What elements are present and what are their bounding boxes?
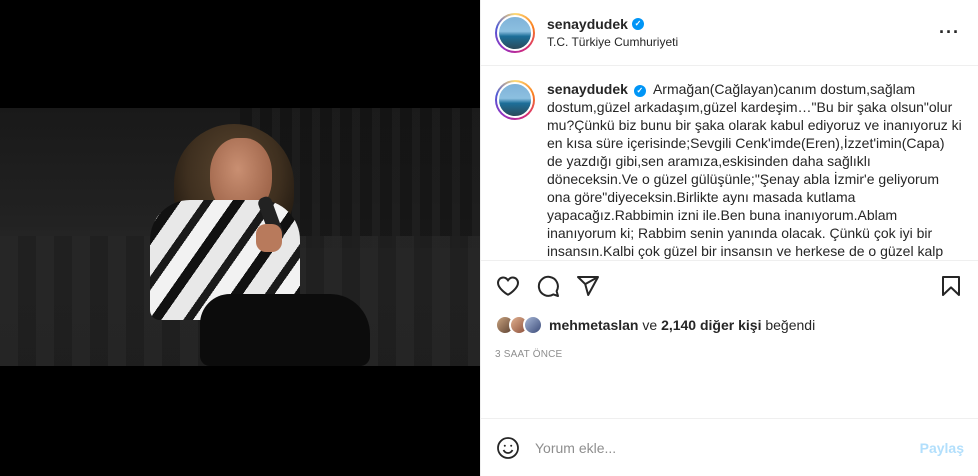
bookmark-icon[interactable] <box>938 273 964 299</box>
post-caption: senaydudek ✓ Armağan(Cağlayan)canım dost… <box>547 80 962 260</box>
share-icon[interactable] <box>575 273 601 299</box>
verified-badge-icon: ✓ <box>631 18 644 30</box>
performer-figure <box>130 124 370 366</box>
caption-author-avatar[interactable] <box>495 80 535 120</box>
post-timestamp[interactable]: 3 SAAT ÖNCE <box>495 349 964 360</box>
post-location[interactable]: T.C. Türkiye Cumhuriyeti <box>547 35 678 49</box>
likes-summary: mehmetaslan ve 2,140 diğer kişi beğendi <box>495 313 964 337</box>
post-header: senaydudek ✓ T.C. Türkiye Cumhuriyeti ··… <box>481 0 978 66</box>
verified-badge-icon: ✓ <box>633 85 646 97</box>
heart-icon[interactable] <box>495 273 521 299</box>
post-comment-button[interactable]: Paylaş <box>920 440 964 456</box>
author-avatar[interactable] <box>495 12 535 53</box>
comment-bar: Paylaş <box>481 418 978 476</box>
liker-avatars[interactable] <box>495 315 543 335</box>
comment-input[interactable] <box>535 439 920 456</box>
others-likes-link[interactable]: 2,140 diğer kişi <box>661 317 761 333</box>
instagram-post: senaydudek ✓ T.C. Türkiye Cumhuriyeti ··… <box>0 0 978 476</box>
comment-icon[interactable] <box>535 273 561 299</box>
first-liker-link[interactable]: mehmetaslan <box>549 317 638 333</box>
author-username[interactable]: senaydudek <box>547 16 628 32</box>
post-media[interactable] <box>0 0 480 476</box>
caption-text: Armağan(Cağlayan)canım dostum,sağlam dos… <box>547 81 962 259</box>
caption-username[interactable]: senaydudek <box>547 81 628 97</box>
post-actions: mehmetaslan ve 2,140 diğer kişi beğendi … <box>481 260 978 418</box>
more-options-icon[interactable]: ··· <box>939 22 960 43</box>
liker-avatar <box>523 315 543 335</box>
post-photo <box>0 108 480 366</box>
post-sidebar: senaydudek ✓ T.C. Türkiye Cumhuriyeti ··… <box>480 0 978 476</box>
emoji-icon[interactable] <box>495 435 521 461</box>
caption-section: senaydudek ✓ Armağan(Cağlayan)canım dost… <box>481 66 978 260</box>
